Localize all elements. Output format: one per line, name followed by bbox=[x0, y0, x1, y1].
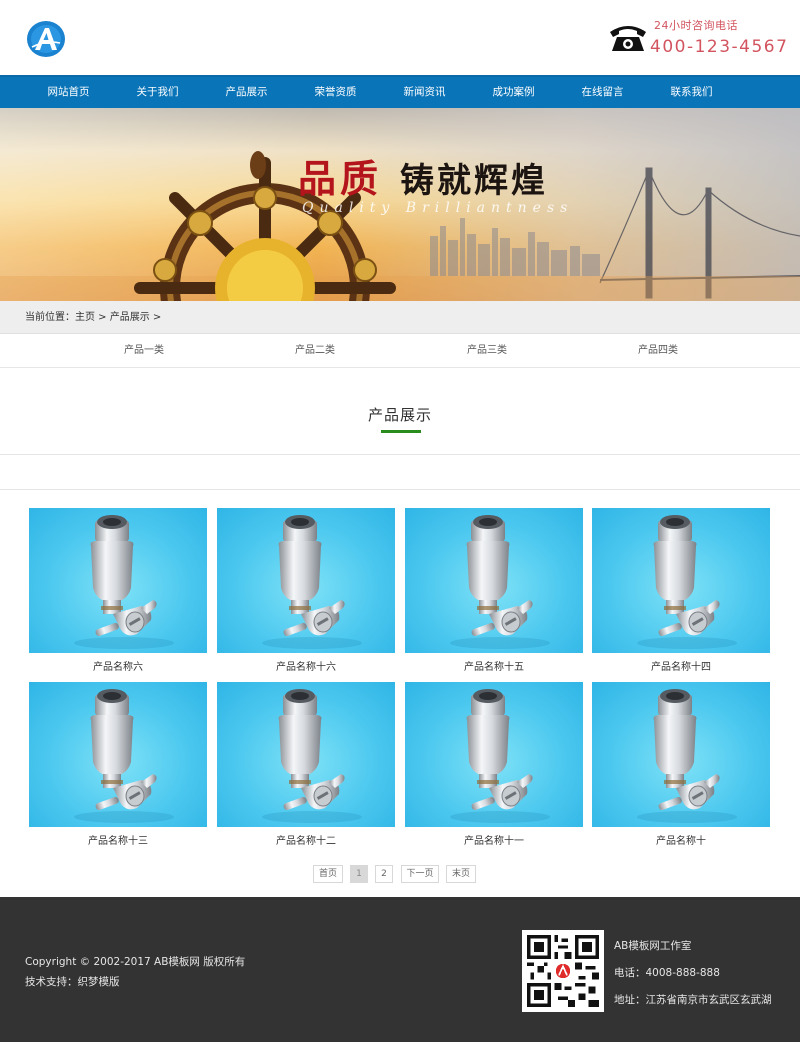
product-image[interactable] bbox=[405, 508, 583, 653]
hotline-number: 400-123-4567 bbox=[650, 37, 789, 57]
nav-item-home[interactable]: 网站首页 bbox=[24, 77, 113, 108]
product-card[interactable]: 产品名称十二 bbox=[217, 682, 395, 847]
category-tab-2[interactable]: 产品二类 bbox=[255, 334, 375, 368]
banner-subtitle: Quality Brilliantness bbox=[302, 200, 574, 216]
product-image[interactable] bbox=[405, 682, 583, 827]
hero-banner: 品质 铸就辉煌 Quality Brilliantness bbox=[0, 108, 800, 301]
product-image[interactable] bbox=[592, 508, 770, 653]
product-card[interactable]: 产品名称十一 bbox=[405, 682, 583, 847]
category-tab-3[interactable]: 产品三类 bbox=[427, 334, 547, 368]
product-card[interactable]: 产品名称六 bbox=[29, 508, 207, 673]
product-name-link[interactable]: 产品名称十三 bbox=[29, 832, 207, 847]
footer-copyright: Copyright © 2002-2017 AB模板网 版权所有 bbox=[25, 956, 246, 968]
product-name-link[interactable]: 产品名称十六 bbox=[217, 658, 395, 673]
breadcrumb-home-link[interactable]: 主页 bbox=[75, 301, 95, 334]
nav-item-products[interactable]: 产品展示 bbox=[202, 77, 291, 108]
nav-item-about[interactable]: 关于我们 bbox=[113, 77, 202, 108]
category-tab-1[interactable]: 产品一类 bbox=[84, 334, 204, 368]
product-name-link[interactable]: 产品名称十四 bbox=[592, 658, 770, 673]
section-title-underline bbox=[381, 430, 421, 433]
footer-support: 技术支持：织梦模版 bbox=[25, 976, 120, 988]
telephone-icon bbox=[610, 26, 646, 51]
site-footer: Copyright © 2002-2017 AB模板网 版权所有 技术支持：织梦… bbox=[0, 897, 800, 1042]
nav-item-cases[interactable]: 成功案例 bbox=[469, 77, 558, 108]
breadcrumb: 当前位置：主页 > 产品展示 > bbox=[0, 301, 800, 334]
pager-next-button[interactable]: 下一页 bbox=[401, 865, 439, 883]
nav-item-honors[interactable]: 荣誉资质 bbox=[291, 77, 380, 108]
product-image[interactable] bbox=[29, 682, 207, 827]
pager-first-button[interactable]: 首页 bbox=[313, 865, 343, 883]
pagination: 首页 1 2 下一页 末页 bbox=[0, 865, 800, 883]
ab-logo-icon[interactable] bbox=[26, 20, 66, 58]
product-name-link[interactable]: 产品名称十五 bbox=[405, 658, 583, 673]
breadcrumb-trail-end: > bbox=[149, 312, 162, 323]
divider bbox=[0, 489, 800, 490]
pager-page-1[interactable]: 1 bbox=[350, 865, 368, 883]
category-tabs: 产品一类 产品二类 产品三类 产品四类 bbox=[0, 334, 800, 368]
footer-phone: 电话：4008-888-888 bbox=[614, 967, 720, 979]
nav-item-news[interactable]: 新闻资讯 bbox=[380, 77, 469, 108]
qr-code-icon bbox=[522, 930, 604, 1012]
product-name-link[interactable]: 产品名称十二 bbox=[217, 832, 395, 847]
product-card[interactable]: 产品名称十四 bbox=[592, 508, 770, 673]
footer-address: 地址：江苏省南京市玄武区玄武湖 bbox=[614, 994, 772, 1006]
product-image[interactable] bbox=[29, 508, 207, 653]
site-header: 24小时咨询电话 400-123-4567 bbox=[0, 0, 800, 75]
breadcrumb-separator: > bbox=[95, 312, 110, 323]
breadcrumb-current-link[interactable]: 产品展示 bbox=[110, 301, 150, 334]
product-image[interactable] bbox=[592, 682, 770, 827]
main-nav: 网站首页 关于我们 产品展示 荣誉资质 新闻资讯 成功案例 在线留言 联系我们 bbox=[0, 75, 800, 108]
nav-item-contact[interactable]: 联系我们 bbox=[647, 77, 736, 108]
banner-title-red: 品质 bbox=[298, 156, 383, 201]
pager-page-2[interactable]: 2 bbox=[375, 865, 393, 883]
product-name-link[interactable]: 产品名称十 bbox=[592, 832, 770, 847]
category-tab-4[interactable]: 产品四类 bbox=[598, 334, 718, 368]
product-card[interactable]: 产品名称十五 bbox=[405, 508, 583, 673]
product-image[interactable] bbox=[217, 682, 395, 827]
product-card[interactable]: 产品名称十三 bbox=[29, 682, 207, 847]
product-name-link[interactable]: 产品名称十一 bbox=[405, 832, 583, 847]
nav-item-message[interactable]: 在线留言 bbox=[558, 77, 647, 108]
hotline-label: 24小时咨询电话 bbox=[654, 19, 738, 32]
product-card[interactable]: 产品名称十六 bbox=[217, 508, 395, 673]
product-card[interactable]: 产品名称十 bbox=[592, 682, 770, 847]
product-name-link[interactable]: 产品名称六 bbox=[29, 658, 207, 673]
section-title: 产品展示 bbox=[367, 406, 432, 424]
breadcrumb-label: 当前位置： bbox=[25, 312, 75, 323]
footer-studio-name: AB模板网工作室 bbox=[614, 940, 692, 952]
divider bbox=[0, 454, 800, 455]
product-image[interactable] bbox=[217, 508, 395, 653]
pager-last-button[interactable]: 末页 bbox=[446, 865, 476, 883]
banner-title-black: 铸就辉煌 bbox=[400, 161, 548, 201]
